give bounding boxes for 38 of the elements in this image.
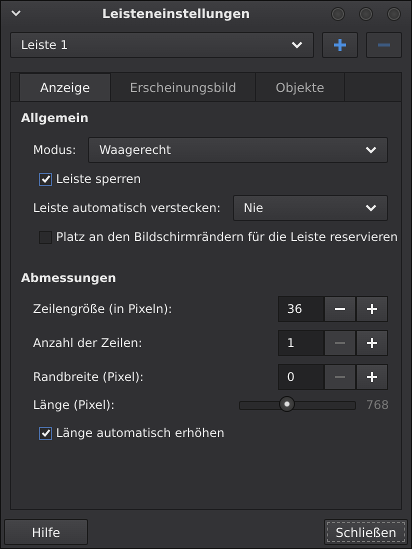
chevron-down-icon [365, 204, 377, 212]
increment-button[interactable] [356, 296, 388, 322]
number-field[interactable]: 36 [278, 296, 324, 322]
checkbox[interactable]: Länge automatisch erhöhen [39, 426, 224, 440]
chevron-down-icon[interactable] [11, 10, 21, 17]
length-label: Länge (Pixel): [33, 398, 115, 412]
autohide-label: Leiste automatisch verstecken: [33, 201, 221, 215]
plus-icon [366, 371, 378, 383]
window-title: Leisteneinstellungen [101, 6, 251, 21]
mode-label: Modus: [33, 143, 76, 157]
add-button[interactable] [322, 32, 358, 58]
checkbox[interactable]: Platz an den Bildschirmrändern für die Leiste reservieren [39, 230, 398, 244]
checkbox[interactable]: Leiste sperren [39, 172, 141, 186]
decrement-button[interactable] [324, 296, 356, 322]
spinner-label: Randbreite (Pixel): [33, 370, 144, 384]
increment-button[interactable] [356, 330, 388, 356]
plus-icon [333, 38, 347, 52]
increment-button[interactable] [356, 364, 388, 390]
mode-dropdown[interactable]: Waagerecht [88, 137, 388, 163]
tab[interactable]: Anzeige [19, 73, 111, 101]
dialog-button[interactable]: Schließen [324, 519, 408, 545]
section-heading: Abmessungen [21, 270, 118, 287]
spinner-label: Zeilengröße (in Pixeln): [33, 302, 172, 316]
spinner-label: Anzahl der Zeilen: [33, 336, 142, 350]
section-heading: Allgemein [21, 110, 90, 127]
checkmark-icon [40, 174, 50, 184]
dialog-button[interactable]: Hilfe [4, 519, 88, 545]
panel-dropdown[interactable]: Leiste 1 [10, 32, 314, 58]
autohide-dropdown[interactable]: Nie [232, 195, 388, 221]
chevron-down-icon [365, 146, 377, 154]
number-field[interactable]: 0 [278, 364, 324, 390]
checkmark-icon [40, 428, 50, 438]
chevron-down-icon [291, 41, 303, 49]
plus-icon [366, 337, 378, 349]
number-field[interactable]: 1 [278, 330, 324, 356]
slider-value: 768 [366, 398, 388, 412]
slider-thumb[interactable] [279, 396, 296, 412]
plus-icon [366, 303, 378, 315]
